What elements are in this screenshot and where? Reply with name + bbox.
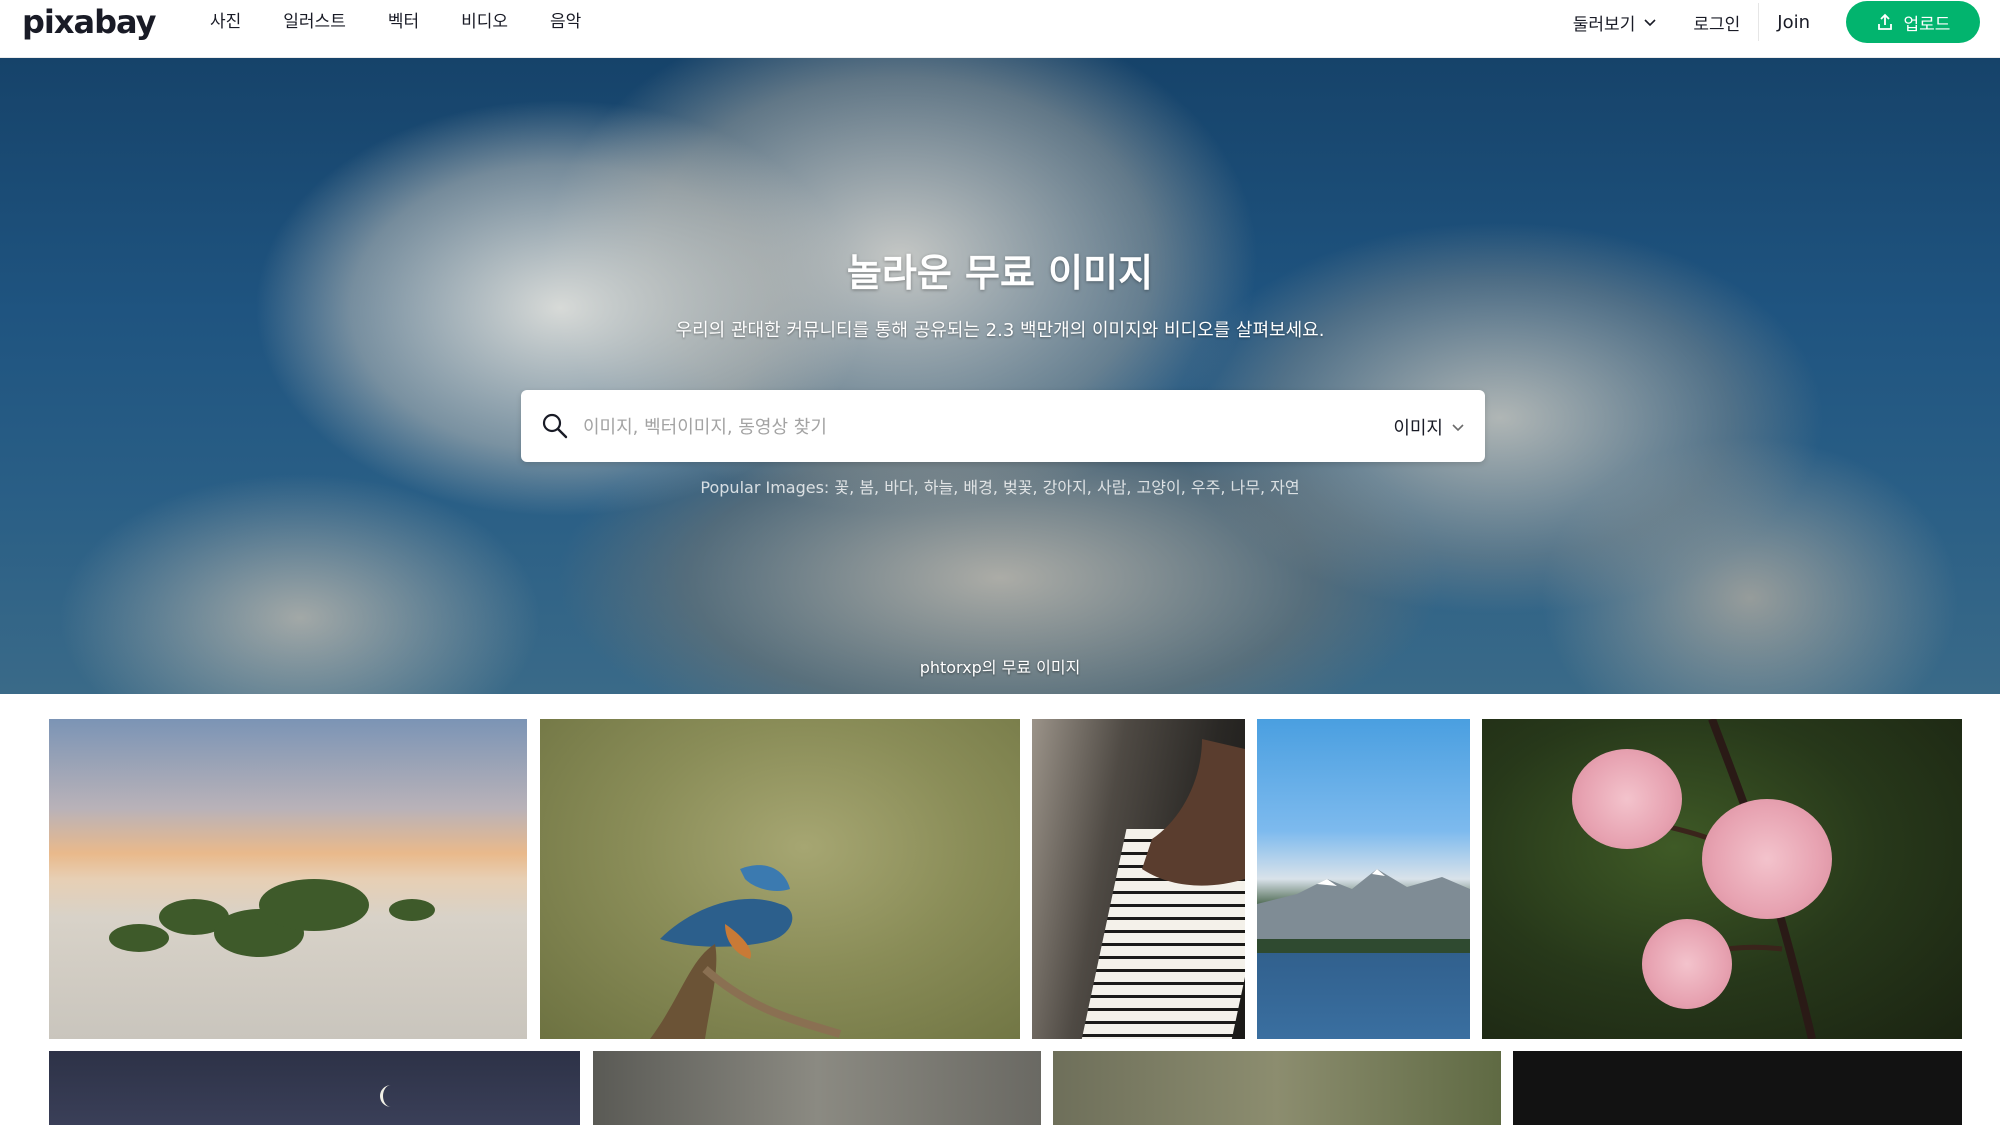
- image-tile-night-moon[interactable]: [49, 1051, 580, 1125]
- hero-banner: 놀라운 무료 이미지 우리의 관대한 커뮤니티를 통해 공유되는 2.3 백만개…: [0, 58, 2000, 694]
- explore-label: 둘러보기: [1572, 14, 1636, 35]
- search-input[interactable]: [581, 406, 1345, 448]
- hand-illustration: [1142, 739, 1245, 886]
- image-tile-beach-rocks[interactable]: [49, 719, 527, 1039]
- hero-credit[interactable]: phtorxp의 무료 이미지: [0, 654, 2000, 678]
- header-actions: 둘러보기 로그인 Join 업로드: [1573, 0, 1980, 44]
- search-icon[interactable]: [541, 412, 569, 440]
- blossom: [1572, 749, 1682, 849]
- rock: [259, 879, 369, 931]
- search-bar: 이미지: [521, 390, 1485, 462]
- chevron-down-icon: [1452, 424, 1464, 432]
- main-nav: 사진 일러스트 벡터 비디오 음악: [210, 10, 623, 34]
- image-tile-dark[interactable]: [1513, 1051, 1962, 1125]
- image-tile-piano[interactable]: [1032, 719, 1245, 1039]
- image-tile-plant[interactable]: [1053, 1051, 1501, 1125]
- rock: [389, 899, 435, 921]
- mountain-illustration: [1257, 869, 1470, 953]
- nav-photos[interactable]: 사진: [210, 10, 241, 34]
- nav-vectors[interactable]: 벡터: [388, 10, 419, 34]
- image-tile-cherry-blossom[interactable]: [1482, 719, 1962, 1039]
- image-tile-meerkat[interactable]: [593, 1051, 1041, 1125]
- top-navigation-bar: pixabay 사진 일러스트 벡터 비디오 음악 둘러보기 로그인 Join …: [0, 0, 2000, 58]
- upload-icon: [1877, 13, 1892, 30]
- hero-title: 놀라운 무료 이미지: [846, 251, 1154, 295]
- upload-label: 업로드: [1903, 14, 1951, 35]
- image-tile-mountain-lake[interactable]: [1257, 719, 1470, 1039]
- popular-searches[interactable]: Popular Images: 꽃, 봄, 바다, 하늘, 배경, 벚꽃, 강아…: [0, 474, 2000, 498]
- login-link[interactable]: 로그인: [1693, 10, 1740, 35]
- image-tile-kingfisher[interactable]: [540, 719, 1020, 1039]
- pixabay-logo[interactable]: pixabay: [22, 2, 156, 42]
- blossom: [1642, 919, 1732, 1009]
- kingfisher-illustration: [650, 865, 842, 1039]
- chevron-down-icon: [1644, 19, 1656, 27]
- nav-illustrations[interactable]: 일러스트: [283, 10, 346, 34]
- header-divider: [1758, 3, 1760, 41]
- explore-dropdown[interactable]: 둘러보기: [1573, 10, 1658, 35]
- nav-videos[interactable]: 비디오: [461, 10, 508, 34]
- search-type-dropdown[interactable]: 이미지: [1393, 414, 1465, 440]
- nav-music[interactable]: 음악: [550, 10, 581, 34]
- join-link[interactable]: Join: [1777, 12, 1810, 33]
- rock: [109, 924, 169, 952]
- moon-icon: [380, 1085, 391, 1107]
- search-type-label: 이미지: [1393, 418, 1443, 439]
- hero-subtitle: 우리의 관대한 커뮤니티를 통해 공유되는 2.3 백만개의 이미지와 비디오를…: [675, 320, 1325, 341]
- upload-button[interactable]: 업로드: [1846, 1, 1980, 43]
- blossom: [1702, 799, 1832, 919]
